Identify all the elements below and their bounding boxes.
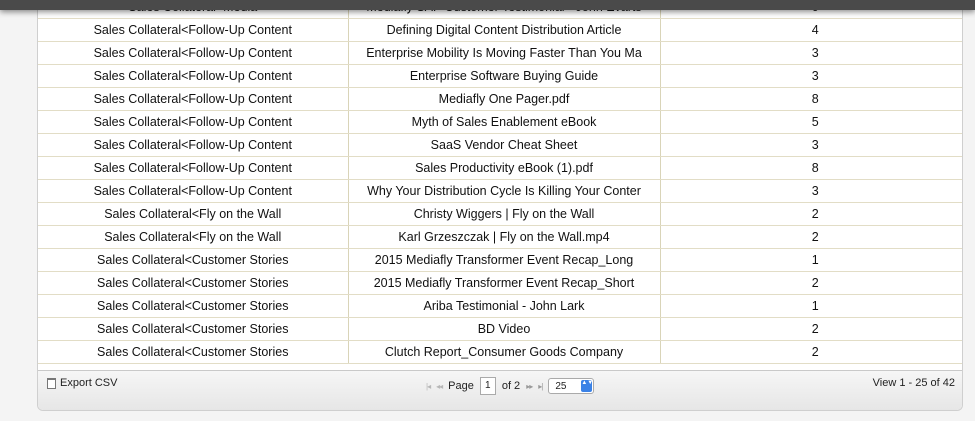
cell-asset: 2015 Mediafly Transformer Event Recap_Lo… — [348, 248, 661, 272]
first-page-button[interactable]: |◂ — [426, 382, 431, 391]
cell-asset: Karl Grzeszczak | Fly on the Wall.mp4 — [348, 225, 661, 249]
export-csv-label: Export CSV — [60, 377, 118, 389]
cell-asset: Christy Wiggers | Fly on the Wall — [348, 202, 661, 226]
cell-category: Sales Collateral<Follow-Up Content — [38, 41, 349, 65]
cell-category: Sales Collateral<Customer Stories — [38, 294, 349, 318]
table-row[interactable]: Sales Collateral<Follow-Up Content Defini… — [38, 18, 962, 42]
cell-count: 2 — [660, 271, 962, 295]
table-row[interactable]: Sales Collateral<Follow-Up Content Why Yo… — [38, 179, 962, 203]
cell-asset: Why Your Distribution Cycle Is Killing Y… — [348, 179, 661, 203]
cell-asset: Defining Digital Content Distribution Ar… — [348, 18, 661, 42]
cell-count: 2 — [660, 225, 962, 249]
cell-category: Sales Collateral<Follow-Up Content — [38, 18, 349, 42]
table-row[interactable]: Sales Collateral<Fly on the Wall Christy … — [38, 202, 962, 226]
cell-category: Sales Collateral<Customer Stories — [38, 248, 349, 272]
grid-body[interactable]: Sales Collateral<MediaMediafly SAP Custo… — [38, 0, 962, 370]
cell-count: 3 — [660, 133, 962, 157]
cell-asset: Sales Productivity eBook (1).pdf — [348, 156, 661, 180]
cell-category: Sales Collateral<Customer Stories — [38, 317, 349, 341]
cell-asset: Myth of Sales Enablement eBook — [348, 110, 661, 134]
table-row[interactable]: Sales Collateral<Follow-Up Content SaaS V… — [38, 133, 962, 157]
cell-count: 1 — [660, 248, 962, 272]
cell-asset: SaaS Vendor Cheat Sheet — [348, 133, 661, 157]
cell-asset: Enterprise Software Buying Guide — [348, 64, 661, 88]
prev-page-button[interactable]: ◂◂ — [436, 382, 443, 391]
cell-category: Sales Collateral<Follow-Up Content — [38, 64, 349, 88]
cell-asset: 2015 Mediafly Transformer Event Recap_Sh… — [348, 271, 661, 295]
cell-count: 2 — [660, 340, 962, 364]
table-row[interactable]: Sales Collateral<Customer Stories BD Vide… — [38, 317, 962, 341]
cell-count: 1 — [660, 294, 962, 318]
cell-asset: BD Video — [348, 317, 661, 341]
cell-count: 3 — [660, 179, 962, 203]
page-number-input[interactable]: 1 — [479, 377, 496, 395]
cell-count: 3 — [660, 41, 962, 65]
page-label: Page — [448, 380, 474, 392]
cell-category: Sales Collateral<Follow-Up Content — [38, 179, 349, 203]
cell-category: Sales Collateral<Fly on the Wall — [38, 202, 349, 226]
table-row[interactable]: Sales Collateral<Customer Stories 2015 Me… — [38, 248, 962, 272]
top-toolbar-edge — [0, 0, 975, 10]
cell-asset: Clutch Report_Consumer Goods Company — [348, 340, 661, 364]
cell-count: 5 — [660, 110, 962, 134]
cell-asset: Enterprise Mobility Is Moving Faster Tha… — [348, 41, 661, 65]
table-row[interactable]: Sales Collateral<Fly on the Wall Karl Grz… — [38, 225, 962, 249]
cell-count: 4 — [660, 18, 962, 42]
cell-asset: Ariba Testimonial - John Lark — [348, 294, 661, 318]
cell-category: Sales Collateral<Follow-Up Content — [38, 87, 349, 111]
cell-count: 3 — [660, 64, 962, 88]
cell-category: Sales Collateral<Customer Stories — [38, 340, 349, 364]
cell-count: 2 — [660, 317, 962, 341]
cell-category: Sales Collateral<Follow-Up Content — [38, 133, 349, 157]
table-row[interactable]: Sales Collateral<Customer Stories Ariba T… — [38, 294, 962, 318]
cell-category: Sales Collateral<Customer Stories — [38, 271, 349, 295]
table-row[interactable]: Sales Collateral<Follow-Up Content Sales … — [38, 156, 962, 180]
table-row[interactable]: Sales Collateral<Follow-Up Content Enterp… — [38, 64, 962, 88]
table-row[interactable]: Sales Collateral<Follow-Up Content Myth o… — [38, 110, 962, 134]
next-page-button[interactable]: ▸▸ — [526, 382, 533, 391]
pager-bar: Export CSV |◂ ◂◂ Page 1 of 2 ▸▸ ▸| 25 ▲▼… — [38, 370, 962, 410]
rows-per-page-value: 25 — [555, 380, 567, 392]
view-range-text: View 1 - 25 of 42 — [872, 377, 955, 389]
cell-asset: Mediafly One Pager.pdf — [348, 87, 661, 111]
table-body: Sales Collateral<MediaMediafly SAP Custo… — [38, 0, 962, 364]
cell-count: 8 — [660, 156, 962, 180]
cell-count: 2 — [660, 202, 962, 226]
cell-count: 8 — [660, 87, 962, 111]
table-row[interactable]: Sales Collateral<Follow-Up Content Mediaf… — [38, 87, 962, 111]
report-grid-panel: Sales Collateral<MediaMediafly SAP Custo… — [37, 0, 963, 411]
page-count-label: of 2 — [501, 380, 521, 392]
data-table: Sales Collateral<MediaMediafly SAP Custo… — [38, 0, 962, 364]
export-csv-button[interactable]: Export CSV — [47, 377, 117, 389]
table-row[interactable]: Sales Collateral<Customer Stories Clutch … — [38, 340, 962, 364]
rows-per-page-select[interactable]: 25 ▲▼ — [548, 378, 595, 394]
cell-category: Sales Collateral<Fly on the Wall — [38, 225, 349, 249]
table-row[interactable]: Sales Collateral<Follow-Up Content Enterp… — [38, 41, 962, 65]
pagination-controls: |◂ ◂◂ Page 1 of 2 ▸▸ ▸| 25 ▲▼ — [426, 377, 595, 395]
select-spinner-icon: ▲▼ — [581, 380, 593, 392]
export-icon — [47, 377, 56, 389]
cell-category: Sales Collateral<Follow-Up Content — [38, 110, 349, 134]
table-row[interactable]: Sales Collateral<Customer Stories 2015 Me… — [38, 271, 962, 295]
last-page-button[interactable]: ▸| — [538, 382, 543, 391]
cell-category: Sales Collateral<Follow-Up Content — [38, 156, 349, 180]
